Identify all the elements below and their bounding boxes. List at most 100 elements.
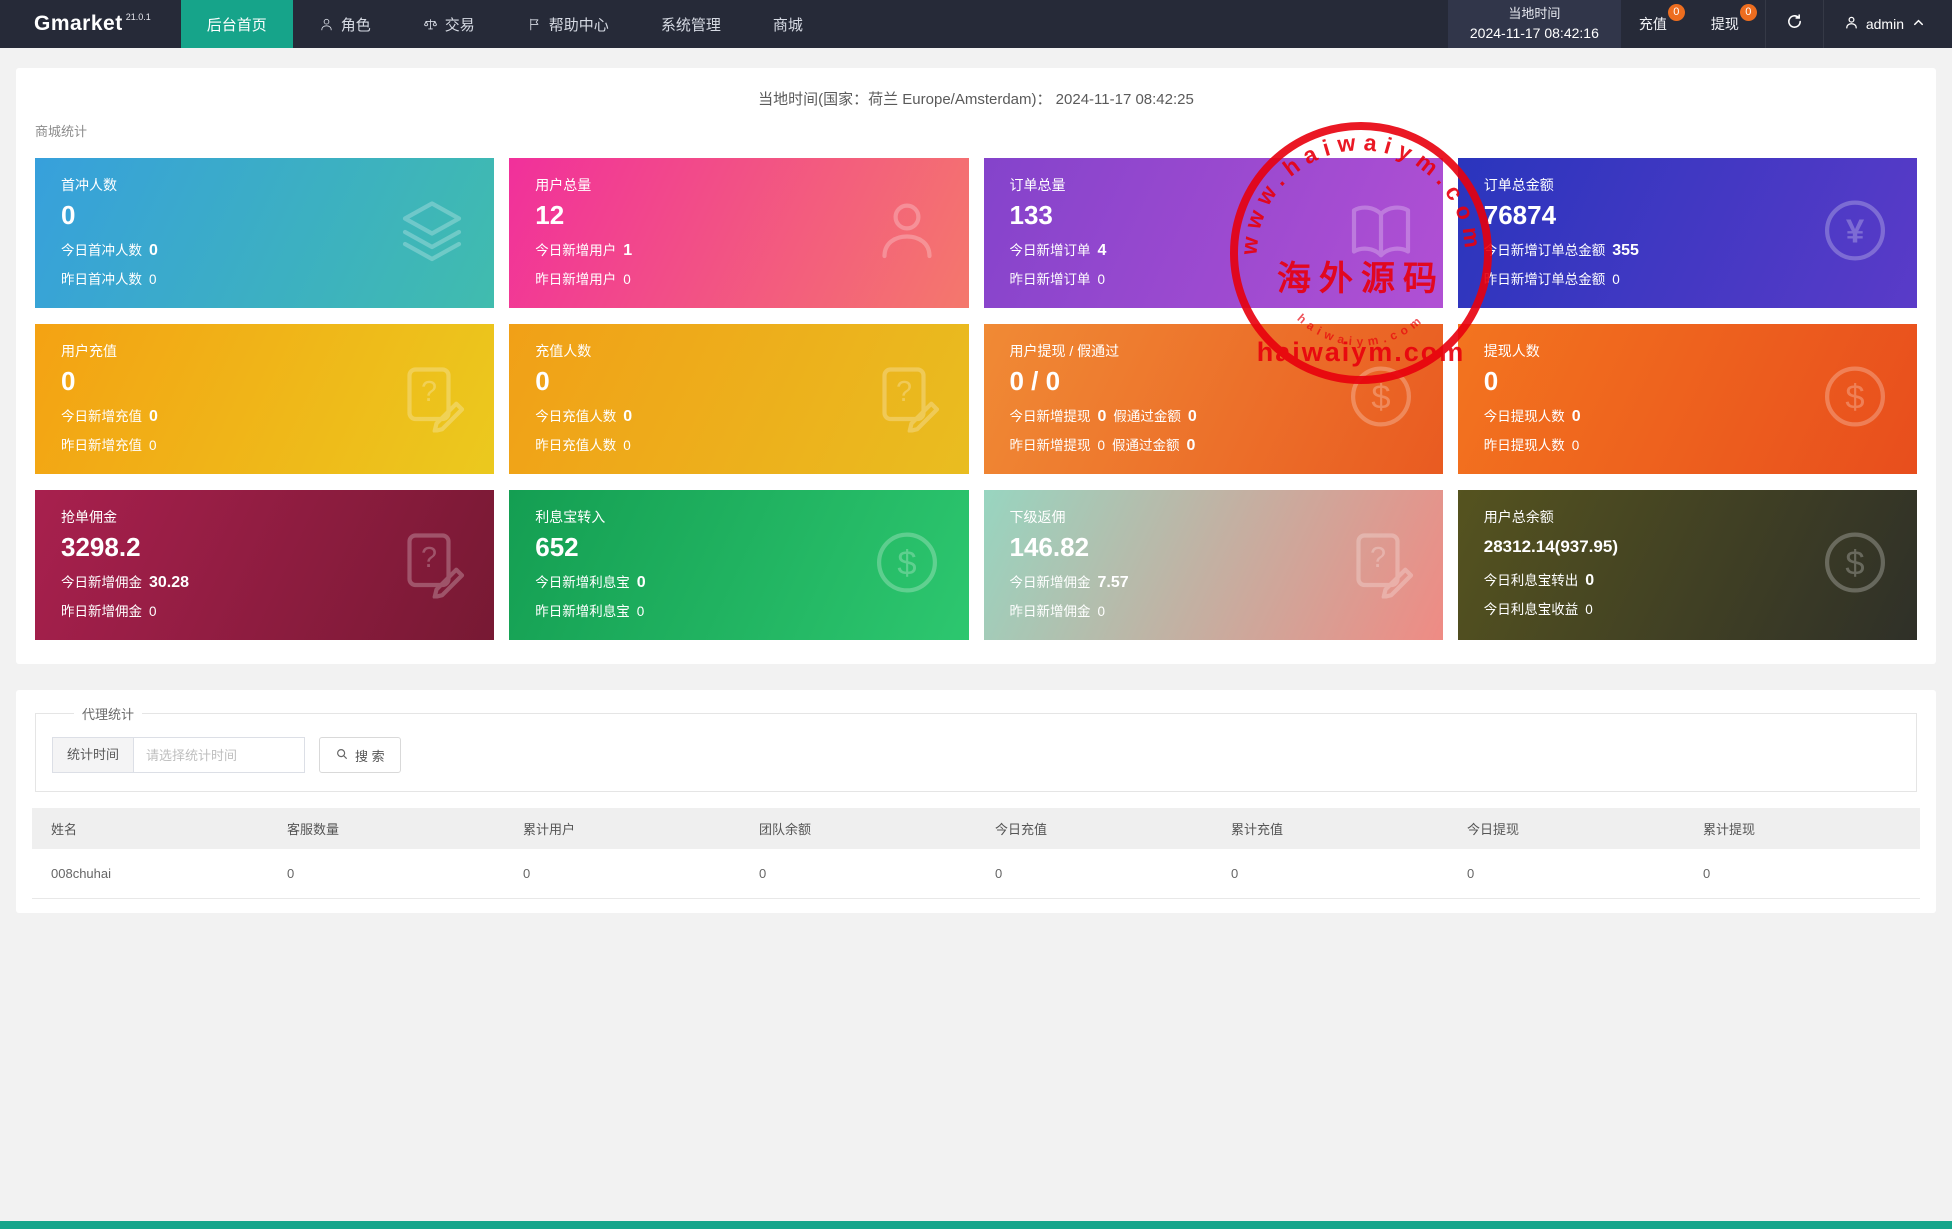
- stat-card-title: 首冲人数: [61, 175, 468, 195]
- nav-item-home[interactable]: 后台首页: [181, 0, 293, 48]
- nav-item-roles[interactable]: 角色: [293, 0, 397, 48]
- stat-line-label: 昨日新增利息宝: [535, 600, 630, 620]
- agent-table-header: 客服数量: [268, 808, 504, 849]
- recharge-label: 充值: [1639, 14, 1667, 34]
- stat-card-title: 用户总量: [535, 175, 942, 195]
- stat-line-label: 今日新增佣金: [61, 571, 142, 591]
- agent-value-cell: 0: [504, 849, 740, 899]
- stat-line-value: 0: [149, 242, 158, 260]
- agent-value-cell: 0: [1212, 849, 1448, 899]
- stat-card-title: 用户充值: [61, 341, 468, 361]
- agent-stats-panel: 代理统计 统计时间 搜 索 姓名客服数量累计用户团队余额今日充值累计充值今日提现…: [16, 690, 1936, 913]
- nav-item-trade[interactable]: 交易: [397, 0, 501, 48]
- stat-line-label: 昨日新增提现: [1010, 434, 1091, 454]
- stat-card: 用户充值0今日新增充值0昨日新增充值0?: [35, 324, 494, 474]
- stat-line-value: 0: [623, 438, 631, 453]
- stat-card-title: 充值人数: [535, 341, 942, 361]
- nav-menu: 后台首页 角色交易帮助中心系统管理 商城: [181, 0, 829, 48]
- search-button[interactable]: 搜 索: [319, 737, 401, 773]
- stat-time-label: 统计时间: [52, 737, 133, 773]
- agent-table-header: 累计提现: [1684, 808, 1920, 849]
- stat-line-value: 0: [1187, 437, 1196, 455]
- local-time-block: 当地时间 2024-11-17 08:42:16: [1448, 0, 1621, 48]
- username: admin: [1866, 16, 1904, 32]
- agent-table-header: 累计用户: [504, 808, 740, 849]
- stat-line-value: 7.57: [1098, 574, 1129, 592]
- stat-line-label: 昨日新增用户: [535, 268, 616, 288]
- local-time-value: 2024-11-17 08:42:16: [1470, 23, 1599, 44]
- stat-line-value: 0: [1098, 408, 1107, 426]
- stat-line-label: 今日利息宝转出: [1484, 569, 1579, 589]
- stat-line-label: 昨日提现人数: [1484, 434, 1565, 454]
- stat-card: 下级返佣146.82今日新增佣金7.57昨日新增佣金0?: [984, 490, 1443, 640]
- agent-table-body: 008chuhai0000000: [32, 849, 1920, 899]
- withdraw-button[interactable]: 提现0: [1693, 0, 1765, 48]
- stat-line-label: 今日新增订单总金额: [1484, 239, 1606, 259]
- stat-card-title: 提现人数: [1484, 341, 1891, 361]
- nav-actions: 充值0提现0: [1621, 0, 1765, 48]
- stat-line-label: 今日新增利息宝: [535, 571, 630, 591]
- stat-cards-grid: 首冲人数0今日首冲人数0昨日首冲人数0用户总量12今日新增用户1昨日新增用户0订…: [35, 158, 1917, 640]
- stat-line-label: 假通过金额: [1112, 434, 1180, 454]
- agent-value-cell: 0: [976, 849, 1212, 899]
- doc-edit-icon: ?: [396, 361, 468, 438]
- mall-stats-panel: 当地时间(国家：荷兰 Europe/Amsterdam)： 2024-11-17…: [16, 68, 1936, 664]
- stat-time-input-group: 统计时间: [52, 737, 305, 773]
- stat-card-title: 抢单佣金: [61, 507, 468, 527]
- stat-line-value: 0: [1098, 438, 1106, 453]
- refresh-icon: [1786, 13, 1803, 35]
- agent-value-cell: 0: [268, 849, 504, 899]
- stat-line-value: 355: [1612, 242, 1639, 260]
- scales-icon: [423, 17, 438, 32]
- section-title: 商城统计: [35, 121, 1917, 140]
- stat-line-value: 0: [1098, 604, 1106, 619]
- stat-card-title: 下级返佣: [1010, 507, 1417, 527]
- stat-time-input[interactable]: [133, 737, 305, 773]
- svg-text:$: $: [1845, 545, 1864, 583]
- stat-line-label: 昨日首冲人数: [61, 268, 142, 288]
- stat-line-value: 0: [149, 408, 158, 426]
- stat-line-value: 0: [637, 604, 645, 619]
- svg-text:$: $: [1845, 379, 1864, 417]
- recharge-badge: 0: [1668, 4, 1685, 21]
- dollar-circle-icon: $: [871, 527, 943, 604]
- svg-text:$: $: [897, 545, 916, 583]
- doc-edit-icon: ?: [396, 527, 468, 604]
- agent-name-cell: 008chuhai: [32, 849, 268, 899]
- stat-line-value: 0: [149, 438, 157, 453]
- dollar-circle-icon: $: [1819, 361, 1891, 438]
- agent-fieldset: 代理统计 统计时间 搜 索: [35, 704, 1917, 792]
- stat-line-label: 今日新增提现: [1010, 405, 1091, 425]
- stat-line-label: 昨日新增充值: [61, 434, 142, 454]
- stat-card-title: 用户提现 / 假通过: [1010, 341, 1417, 361]
- stat-line-value: 0: [1572, 438, 1580, 453]
- stat-line-label: 今日充值人数: [535, 405, 616, 425]
- agent-value-cell: 0: [1684, 849, 1920, 899]
- stat-line-label: 今日新增佣金: [1010, 571, 1091, 591]
- agent-table-header: 团队余额: [740, 808, 976, 849]
- nav-item-label: 后台首页: [207, 14, 267, 35]
- recharge-button[interactable]: 充值0: [1621, 0, 1693, 48]
- search-icon: [335, 747, 349, 764]
- stat-line-value: 0: [1098, 272, 1106, 287]
- layers-icon: [396, 195, 468, 272]
- stat-line-value: 0: [1585, 572, 1594, 590]
- nav-item-label: 商城: [773, 14, 803, 35]
- stat-card: 订单总金额76874今日新增订单总金额355昨日新增订单总金额0¥: [1458, 158, 1917, 308]
- stat-line-value: 0: [637, 574, 646, 592]
- stat-card: 利息宝转入652今日新增利息宝0昨日新增利息宝0$: [509, 490, 968, 640]
- stat-card: 提现人数0今日提现人数0昨日提现人数0$: [1458, 324, 1917, 474]
- stat-line-label: 今日新增用户: [535, 239, 616, 259]
- user-menu[interactable]: admin: [1823, 0, 1952, 48]
- refresh-button[interactable]: [1765, 0, 1823, 48]
- brand-version: 21.0.1: [126, 12, 151, 22]
- nav-item-help-center[interactable]: 帮助中心: [501, 0, 635, 48]
- stat-line-value: 0: [623, 272, 631, 287]
- stat-card: 充值人数0今日充值人数0昨日充值人数0?: [509, 324, 968, 474]
- bottom-accent-bar: [0, 1221, 1952, 1229]
- stat-card-title: 订单总量: [1010, 175, 1417, 195]
- nav-item-mall[interactable]: 商城: [747, 0, 829, 48]
- nav-item-system[interactable]: 系统管理: [635, 0, 747, 48]
- stat-card: 首冲人数0今日首冲人数0昨日首冲人数0: [35, 158, 494, 308]
- stat-card: 用户总余额28312.14(937.95)今日利息宝转出0今日利息宝收益0$: [1458, 490, 1917, 640]
